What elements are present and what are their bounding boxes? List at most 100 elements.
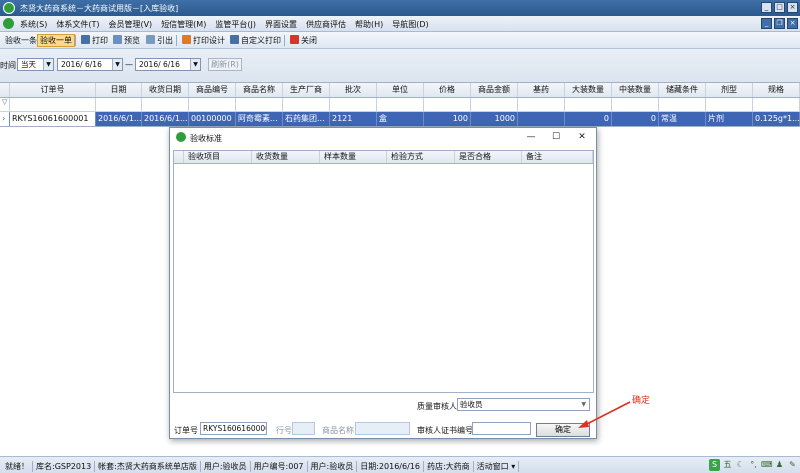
filter-cell[interactable] (96, 98, 142, 111)
cell-receive-date[interactable]: 2016/6/1... (142, 112, 189, 126)
dialog-title-bar[interactable]: 验收标准 — ☐ ✕ (170, 128, 596, 146)
col-batch[interactable]: 批次 (330, 83, 377, 97)
reviewer-cert-field[interactable] (472, 422, 531, 435)
mdi-minimize-icon[interactable]: _ (761, 18, 772, 29)
filter-cell[interactable] (236, 98, 283, 111)
ime-icon[interactable]: S (709, 459, 720, 471)
maximize-icon[interactable]: □ (774, 2, 785, 13)
close-button[interactable]: 关闭 (288, 34, 319, 47)
col-essential-drug[interactable]: 基药 (518, 83, 565, 97)
moon-icon[interactable]: ☾ (735, 459, 746, 471)
filter-cell[interactable] (189, 98, 236, 111)
grid-filter-row[interactable]: ▽ (0, 98, 800, 112)
menu-documents[interactable]: 体系文件(T) (56, 19, 99, 30)
cell-manufacturer[interactable]: 石药集团... (283, 112, 330, 126)
menu-interface[interactable]: 界面设置 (265, 19, 297, 30)
preview-button[interactable]: 预览 (111, 34, 142, 47)
dialog-grid[interactable]: 验收项目 收货数量 样本数量 检验方式 是否合格 备注 (173, 150, 594, 393)
menu-supervision[interactable]: 监管平台(J) (215, 19, 256, 30)
col-product-name[interactable]: 商品名称 (236, 83, 283, 97)
order-no-field[interactable]: RKYS1606160000: (200, 422, 267, 435)
close-window-icon[interactable]: × (787, 2, 798, 13)
col-mid-pack-qty[interactable]: 中装数量 (612, 83, 659, 97)
dcol-qualified[interactable]: 是否合格 (455, 151, 522, 163)
menu-supplier-eval[interactable]: 供应商评估 (306, 19, 346, 30)
calendar-dropdown-icon[interactable]: ▼ (112, 59, 122, 70)
col-order-no[interactable]: 订单号 (10, 83, 96, 97)
input-mode-icon[interactable]: 五 (722, 459, 733, 471)
dcol-check-item[interactable]: 验收项目 (184, 151, 252, 163)
filter-cell[interactable] (565, 98, 612, 111)
col-manufacturer[interactable]: 生产厂商 (283, 83, 330, 97)
cell-batch[interactable]: 2121 (330, 112, 377, 126)
filter-cell[interactable] (518, 98, 565, 111)
cell-order-no[interactable]: RKYS16061600001 (10, 112, 96, 126)
cell-amount[interactable]: 1000 (471, 112, 518, 126)
filter-cell[interactable] (753, 98, 800, 111)
cell-essential-drug[interactable] (518, 112, 565, 126)
cell-product-code[interactable]: 00100000 (189, 112, 236, 126)
col-storage[interactable]: 储藏条件 (659, 83, 706, 97)
filter-cell[interactable] (330, 98, 377, 111)
product-name-field[interactable] (355, 422, 410, 435)
col-dosage-form[interactable]: 剂型 (706, 83, 753, 97)
filter-cell[interactable] (283, 98, 330, 111)
check-order-button[interactable]: 验收一单 (37, 34, 75, 47)
punctuation-icon[interactable]: °, (748, 459, 759, 471)
dcol-sample-qty[interactable]: 样本数量 (320, 151, 387, 163)
minimize-icon[interactable]: _ (761, 2, 772, 13)
filter-icon[interactable]: ▽ (0, 98, 10, 111)
filter-cell[interactable] (424, 98, 471, 111)
mdi-close-icon[interactable]: × (787, 18, 798, 29)
cell-spec[interactable]: 0.125g*1... (753, 112, 800, 126)
quality-reviewer-select[interactable]: 验收员 ▼ (457, 398, 590, 411)
date-from-field[interactable]: 2016/ 6/16 ▼ (57, 58, 123, 71)
line-no-field[interactable] (292, 422, 315, 435)
cell-storage[interactable]: 常温 (659, 112, 706, 126)
menu-sms[interactable]: 短信管理(M) (161, 19, 206, 30)
col-spec[interactable]: 规格 (753, 83, 800, 97)
dialog-close-icon[interactable]: ✕ (576, 131, 588, 143)
dcol-received-qty[interactable]: 收货数量 (252, 151, 320, 163)
active-window-menu[interactable]: 活动窗口 ▾ (474, 461, 520, 472)
cell-large-pack-qty[interactable]: 0 (565, 112, 612, 126)
filter-cell[interactable] (377, 98, 424, 111)
table-row[interactable]: › RKYS16061600001 2016/6/1... 2016/6/1..… (0, 112, 800, 127)
dialog-maximize-icon[interactable]: ☐ (550, 131, 562, 143)
custom-print-button[interactable]: 自定义打印 (228, 34, 283, 47)
keyboard-icon[interactable]: ⌨ (761, 459, 773, 471)
refresh-button[interactable]: 刷新(R) (208, 58, 242, 71)
col-large-pack-qty[interactable]: 大装数量 (565, 83, 612, 97)
col-receive-date[interactable]: 收货日期 (142, 83, 189, 97)
col-date[interactable]: 日期 (96, 83, 142, 97)
filter-cell[interactable] (471, 98, 518, 111)
col-product-code[interactable]: 商品编号 (189, 83, 236, 97)
settings-icon[interactable]: ✎ (787, 459, 798, 471)
cell-dosage-form[interactable]: 片剂 (706, 112, 753, 126)
user-icon[interactable]: ♟ (774, 459, 785, 471)
filter-cell[interactable] (706, 98, 753, 111)
filter-cell[interactable] (10, 98, 96, 111)
chevron-down-icon[interactable]: ▼ (43, 59, 53, 70)
col-unit[interactable]: 单位 (377, 83, 424, 97)
print-design-button[interactable]: 打印设计 (180, 34, 227, 47)
dcol-test-method[interactable]: 检验方式 (387, 151, 455, 163)
menu-members[interactable]: 会员管理(V) (108, 19, 152, 30)
cell-unit[interactable]: 盒 (377, 112, 424, 126)
filter-cell[interactable] (612, 98, 659, 111)
mdi-restore-icon[interactable]: ❐ (774, 18, 785, 29)
export-button[interactable]: 引出 (144, 34, 175, 47)
calendar-dropdown-icon[interactable]: ▼ (190, 59, 200, 70)
cell-product-name[interactable]: 阿奇霉素... (236, 112, 283, 126)
date-to-field[interactable]: 2016/ 6/16 ▼ (135, 58, 201, 71)
filter-cell[interactable] (142, 98, 189, 111)
col-price[interactable]: 价格 (424, 83, 471, 97)
print-button[interactable]: 打印 (79, 34, 110, 47)
dialog-minimize-icon[interactable]: — (525, 131, 537, 143)
check-single-button[interactable]: 验收一条 (3, 34, 39, 47)
menu-system[interactable]: 系统(S) (20, 19, 47, 30)
filter-cell[interactable] (659, 98, 706, 111)
menu-help[interactable]: 帮助(H) (355, 19, 383, 30)
cell-mid-pack-qty[interactable]: 0 (612, 112, 659, 126)
cell-date[interactable]: 2016/6/1... (96, 112, 142, 126)
